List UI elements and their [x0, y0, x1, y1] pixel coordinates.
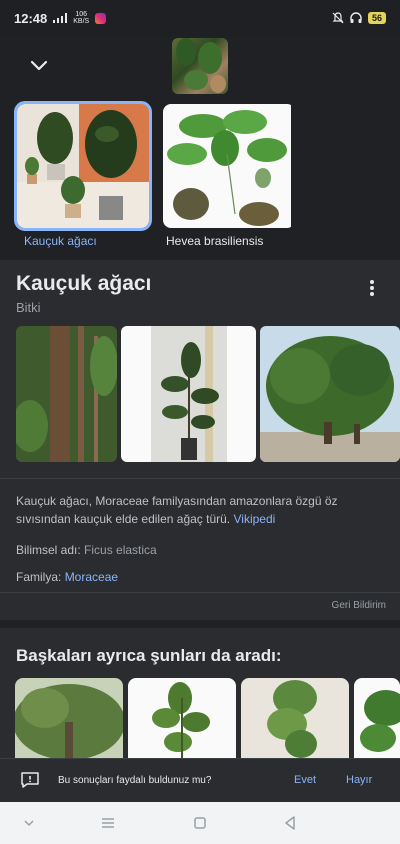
page-title: Kauçuk ağacı	[16, 272, 152, 295]
match-tile-rubber-tree[interactable]	[14, 101, 152, 231]
feedback-link[interactable]: Geri Bildirim	[332, 600, 386, 611]
family-link[interactable]: Moraceae	[65, 570, 118, 584]
chevron-down-icon[interactable]	[20, 814, 38, 832]
fact-family: Familya: Moraceae	[16, 570, 119, 584]
related-result-image[interactable]	[241, 678, 349, 758]
match-label-rubber-tree[interactable]: Kauçuk ağacı	[24, 234, 97, 248]
mute-icon	[332, 12, 344, 24]
signal-icon	[53, 13, 68, 23]
battery-indicator: 56	[367, 12, 386, 24]
source-link[interactable]: Vikipedi	[233, 512, 275, 526]
carousel-photo[interactable]	[260, 326, 400, 462]
divider	[0, 592, 400, 593]
lens-header	[0, 36, 400, 100]
match-tile-hevea[interactable]	[163, 104, 295, 228]
status-bar: 12:48 106 KB/S 56	[0, 0, 400, 36]
carousel-photo[interactable]	[121, 326, 256, 462]
home-icon[interactable]	[191, 814, 209, 832]
visual-matches: Kauçuk ağacı Hevea brasiliensis	[0, 101, 400, 252]
feedback-icon	[21, 772, 39, 788]
related-result-image[interactable]	[128, 678, 236, 758]
entity-description: Kauçuk ağacı, Moraceae familyasından ama…	[16, 494, 338, 526]
also-searched-section: Başkaları ayrıca şunları da aradı:	[0, 628, 400, 758]
clock: 12:48	[14, 10, 48, 26]
chevron-down-icon[interactable]	[28, 54, 50, 76]
related-result-image[interactable]	[15, 678, 123, 758]
query-image-thumbnail[interactable]	[172, 38, 228, 94]
entity-type: Bitki	[16, 300, 41, 315]
back-icon[interactable]	[281, 814, 299, 832]
feedback-no-button[interactable]: Hayır	[346, 774, 372, 786]
feedback-question: Bu sonuçları faydalı buldunuz mu?	[58, 775, 212, 786]
divider	[0, 478, 400, 479]
feedback-yes-button[interactable]: Evet	[294, 774, 316, 786]
more-options-icon[interactable]	[364, 278, 380, 298]
instagram-notification-icon	[95, 12, 107, 24]
recent-apps-icon[interactable]	[99, 814, 117, 832]
section-title: Başkaları ayrıca şunları da aradı:	[16, 646, 282, 665]
carousel-photo[interactable]	[16, 326, 117, 462]
related-result-image[interactable]	[354, 678, 400, 758]
match-label-hevea[interactable]: Hevea brasiliensis	[166, 234, 263, 248]
fact-scientific-name: Bilimsel adı: Ficus elastica	[16, 543, 157, 557]
headphones-icon	[350, 12, 362, 23]
knowledge-panel: Kauçuk ağacı Bitki Kauçuk ağacı, Moracea…	[0, 260, 400, 620]
network-speed: 106 KB/S	[73, 11, 90, 25]
feedback-bar: Bu sonuçları faydalı buldunuz mu? Evet H…	[0, 758, 400, 802]
system-navigation-bar	[0, 802, 400, 844]
image-carousel	[16, 326, 400, 462]
